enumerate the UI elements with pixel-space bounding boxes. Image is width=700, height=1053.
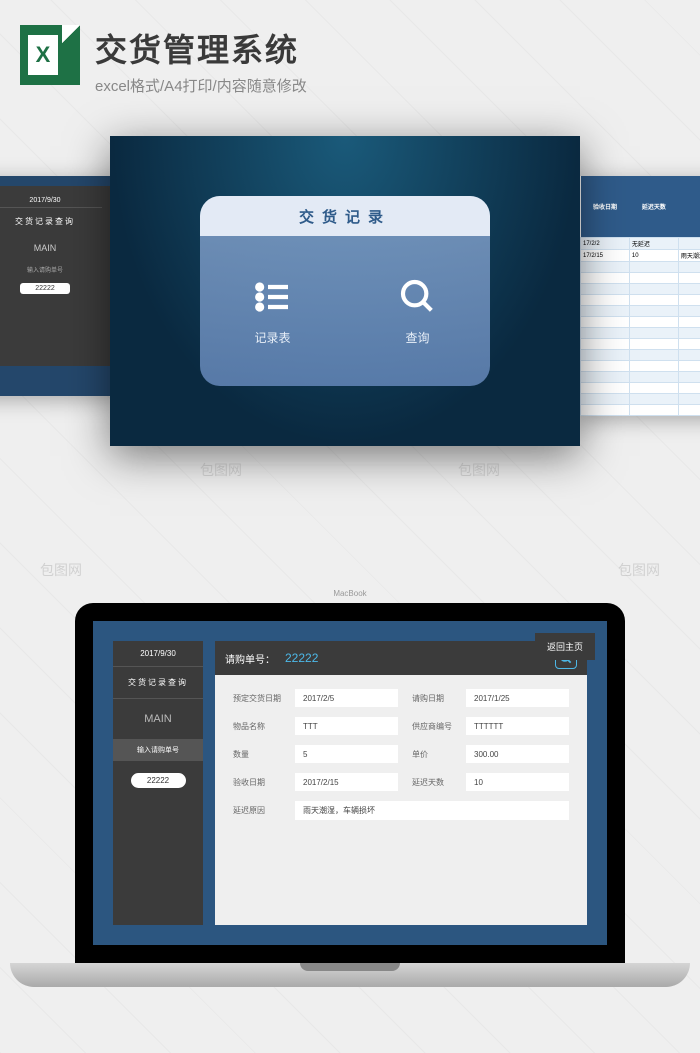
detail-header-label: 请购单号： bbox=[225, 651, 275, 666]
field-label: 延迟原因 bbox=[233, 801, 281, 820]
field-label: 验收日期 bbox=[233, 773, 281, 791]
field-label: 数量 bbox=[233, 745, 281, 763]
table-row bbox=[581, 361, 700, 372]
table-cell: 无延迟 bbox=[629, 238, 678, 250]
preview-collage: 2017/9/30 交货记录查询 MAIN 输入请购单号 22222 验收日期 … bbox=[0, 116, 700, 486]
table-row bbox=[581, 328, 700, 339]
preview-right-panel: 验收日期 延迟天数 延迟 17/2/2 无延迟 17/2/15 10 雨天潮湿， bbox=[580, 176, 700, 416]
preview-left-input-value: 22222 bbox=[20, 283, 70, 294]
laptop-brand-label: MacBook bbox=[333, 589, 366, 598]
back-home-button[interactable]: 返回主页 bbox=[535, 633, 595, 660]
table-row bbox=[581, 262, 700, 273]
field-label: 请购日期 bbox=[412, 689, 452, 707]
table-row bbox=[581, 317, 700, 328]
page-subtitle: excel格式/A4打印/内容随意修改 bbox=[95, 75, 680, 96]
search-button[interactable]: 查询 bbox=[345, 236, 490, 386]
watermark: 包图网 bbox=[618, 560, 660, 580]
page-title: 交货管理系统 bbox=[95, 25, 680, 71]
excel-icon-letter: X bbox=[28, 35, 58, 75]
table-row bbox=[581, 405, 700, 416]
preview-left-date: 2017/9/30 bbox=[0, 194, 102, 208]
header-text: 交货管理系统 excel格式/A4打印/内容随意修改 bbox=[95, 25, 680, 96]
sidebar-input-label: 输入请购单号 bbox=[113, 739, 203, 761]
preview-main-panel: 交货记录 记录表 查询 bbox=[110, 136, 580, 446]
watermark: 包图网 bbox=[40, 560, 82, 580]
field-value: 2017/2/15 bbox=[295, 773, 398, 791]
laptop-notch bbox=[300, 963, 400, 971]
preview-left-inner: 2017/9/30 交货记录查询 MAIN 输入请购单号 22222 bbox=[0, 186, 110, 366]
table-header: 延迟 bbox=[678, 176, 700, 238]
field-label: 单价 bbox=[412, 745, 452, 763]
detail-form: 预定交货日期 2017/2/5 请购日期 2017/1/25 物品名称 TTT … bbox=[215, 675, 587, 925]
table-row bbox=[581, 372, 700, 383]
table-cell: 10 bbox=[629, 250, 678, 262]
field-value: 5 bbox=[295, 745, 398, 763]
record-list-label: 记录表 bbox=[254, 329, 290, 346]
field-value: 300.00 bbox=[466, 745, 569, 763]
table-row: 17/2/2 无延迟 bbox=[581, 238, 700, 250]
delivery-record-card: 交货记录 记录表 查询 bbox=[200, 196, 490, 386]
preview-table: 验收日期 延迟天数 延迟 17/2/2 无延迟 17/2/15 10 雨天潮湿， bbox=[580, 176, 700, 416]
card-title: 交货记录 bbox=[200, 196, 490, 236]
field-value: TTTTTT bbox=[466, 717, 569, 735]
list-icon bbox=[253, 277, 293, 317]
field-value: 2017/2/5 bbox=[295, 689, 398, 707]
field-value: 雨天潮湿，车辆损坏 bbox=[295, 801, 569, 820]
page-header: X 交货管理系统 excel格式/A4打印/内容随意修改 bbox=[0, 0, 700, 106]
table-cell: 17/2/15 bbox=[581, 250, 630, 262]
table-row bbox=[581, 306, 700, 317]
preview-left-input-label: 输入请购单号 bbox=[0, 261, 102, 278]
table-row: 17/2/15 10 雨天潮湿， bbox=[581, 250, 700, 262]
table-row bbox=[581, 350, 700, 361]
table-cell: 17/2/2 bbox=[581, 238, 630, 250]
table-row bbox=[581, 295, 700, 306]
excel-icon: X bbox=[20, 25, 80, 85]
detail-header: 请购单号： 22222 bbox=[215, 641, 587, 675]
sidebar-section-title: 交货记录查询 bbox=[113, 667, 203, 699]
laptop-screen: 2017/9/30 交货记录查询 MAIN 输入请购单号 22222 请购单号：… bbox=[75, 603, 625, 963]
table-cell: 雨天潮湿， bbox=[678, 250, 700, 262]
app-screen: 2017/9/30 交货记录查询 MAIN 输入请购单号 22222 请购单号：… bbox=[93, 621, 607, 945]
field-value: 2017/1/25 bbox=[466, 689, 569, 707]
table-row bbox=[581, 383, 700, 394]
detail-header-value: 22222 bbox=[285, 651, 318, 665]
preview-left-title: 交货记录查询 bbox=[0, 208, 102, 235]
app-sidebar: 2017/9/30 交货记录查询 MAIN 输入请购单号 22222 bbox=[113, 641, 203, 925]
table-row bbox=[581, 339, 700, 350]
table-row bbox=[581, 284, 700, 295]
field-label: 物品名称 bbox=[233, 717, 281, 735]
field-value: TTT bbox=[295, 717, 398, 735]
field-label: 供应商编号 bbox=[412, 717, 452, 735]
order-number-input[interactable]: 22222 bbox=[131, 773, 186, 788]
search-icon bbox=[398, 277, 438, 317]
sidebar-date: 2017/9/30 bbox=[113, 641, 203, 667]
laptop-base bbox=[10, 963, 690, 987]
field-value: 10 bbox=[466, 773, 569, 791]
table-row bbox=[581, 394, 700, 405]
table-header: 延迟天数 bbox=[629, 176, 678, 238]
table-cell bbox=[678, 238, 700, 250]
detail-panel: 请购单号： 22222 预定交货日期 2017/2/5 请购日期 2017/1/… bbox=[215, 641, 587, 925]
table-row bbox=[581, 273, 700, 284]
preview-left-main: MAIN bbox=[0, 235, 102, 261]
laptop-mockup: 2017/9/30 交货记录查询 MAIN 输入请购单号 22222 请购单号：… bbox=[0, 603, 700, 1053]
card-body: 记录表 查询 bbox=[200, 236, 490, 386]
table-header: 验收日期 bbox=[581, 176, 630, 238]
table-header-row: 验收日期 延迟天数 延迟 bbox=[581, 176, 700, 238]
field-label: 延迟天数 bbox=[412, 773, 452, 791]
field-label: 预定交货日期 bbox=[233, 689, 281, 707]
record-list-button[interactable]: 记录表 bbox=[200, 236, 345, 386]
preview-left-panel: 2017/9/30 交货记录查询 MAIN 输入请购单号 22222 bbox=[0, 176, 120, 396]
search-label: 查询 bbox=[405, 329, 429, 346]
sidebar-main-label: MAIN bbox=[113, 699, 203, 739]
